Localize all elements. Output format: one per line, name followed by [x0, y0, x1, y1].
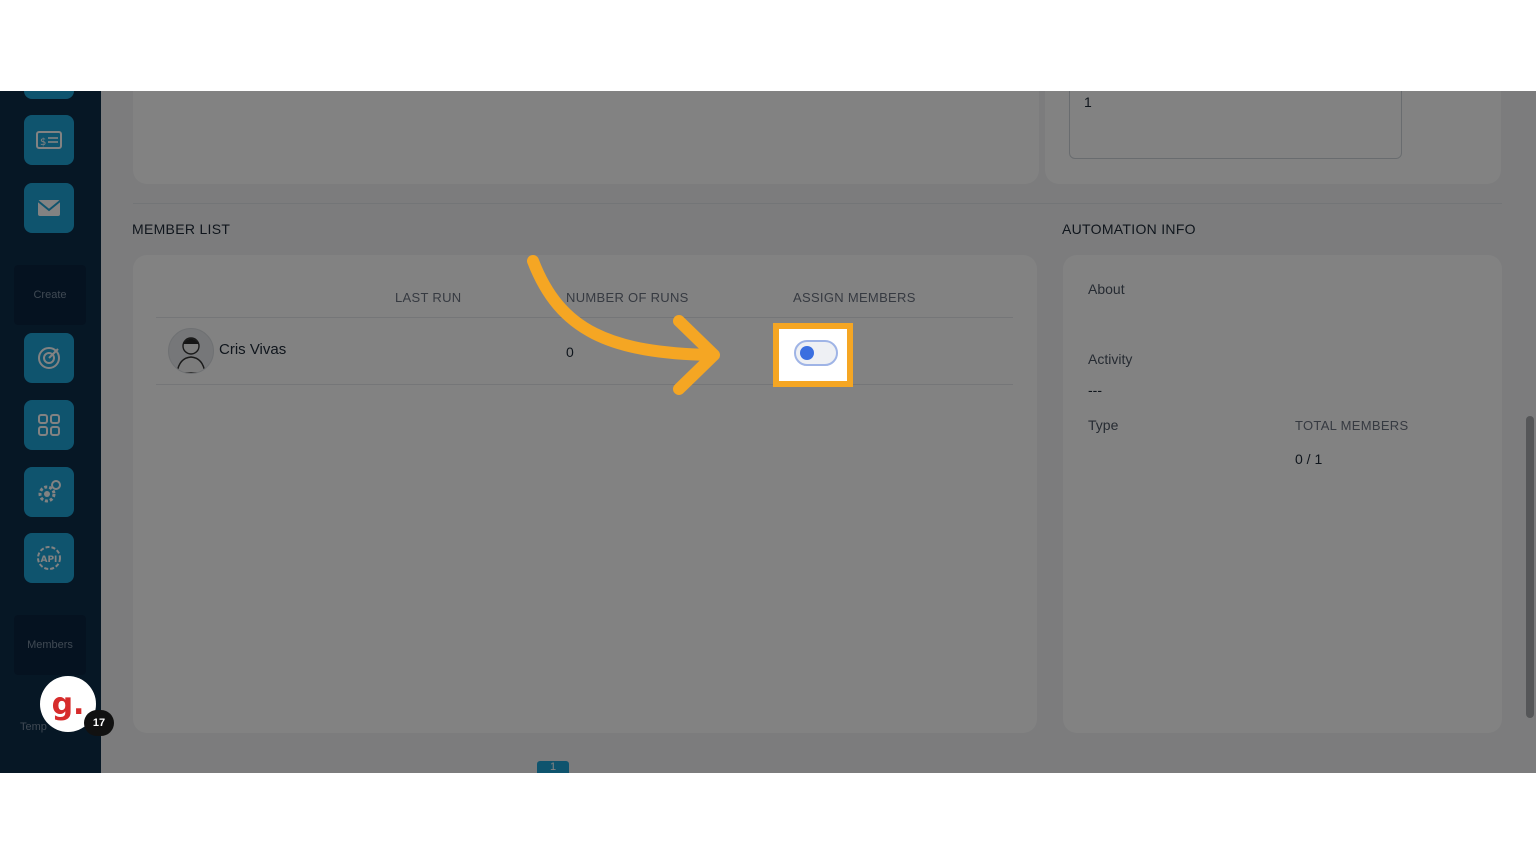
- settings-icon: [38, 480, 61, 503]
- member-list-card: [133, 255, 1037, 733]
- activity-label: Activity: [1088, 351, 1133, 367]
- member-list-title: MEMBER LIST: [132, 221, 231, 237]
- pagination-page-button[interactable]: 1: [537, 761, 569, 773]
- type-label: Type: [1088, 417, 1119, 433]
- sidebar-members-label: Members: [27, 639, 73, 651]
- toggle-knob: [800, 346, 814, 360]
- column-assign-members: ASSIGN MEMBERS: [793, 290, 916, 305]
- target-icon: [38, 347, 60, 369]
- notes-textarea-value: 1: [1084, 94, 1092, 110]
- user-avatar-icon: [176, 337, 206, 373]
- svg-text:$: $: [40, 137, 46, 148]
- column-last-run: LAST RUN: [395, 290, 462, 305]
- sidebar-create-label: Create: [33, 289, 67, 301]
- total-members-value: 0 / 1: [1295, 451, 1323, 467]
- sidebar-target-button[interactable]: [24, 333, 74, 383]
- automation-info-card: [1063, 255, 1502, 733]
- api-icon: API: [37, 546, 61, 570]
- sidebar-templates-label: Temp: [20, 721, 47, 733]
- api-icon-text: API: [41, 555, 58, 565]
- app-logo-text: g.: [51, 686, 85, 722]
- billing-icon: $: [36, 131, 62, 149]
- header-divider: [156, 317, 1013, 318]
- member-runs-count: 0: [566, 344, 574, 360]
- sidebar-create-section: Create: [14, 265, 86, 325]
- toggle-highlight-frame: [773, 323, 853, 387]
- column-number-of-runs: NUMBER OF RUNS: [566, 290, 689, 305]
- sidebar-mail-button[interactable]: [24, 183, 74, 233]
- pagination-current: 1: [549, 761, 557, 773]
- notes-textarea[interactable]: 1: [1069, 91, 1402, 159]
- total-members-label: TOTAL MEMBERS: [1295, 418, 1409, 433]
- activity-value: ---: [1088, 382, 1102, 398]
- sidebar: $ Create API Members Temp: [0, 91, 101, 773]
- sidebar-settings-button[interactable]: [24, 467, 74, 517]
- sidebar-api-button[interactable]: API: [24, 533, 74, 583]
- sidebar-top-button[interactable]: [24, 91, 74, 99]
- notification-badge: 17: [84, 710, 114, 736]
- scrollbar[interactable]: [1526, 416, 1534, 718]
- avatar: [168, 328, 214, 374]
- section-divider: [133, 203, 1502, 204]
- about-label: About: [1088, 281, 1125, 297]
- mail-icon: [37, 200, 61, 216]
- sidebar-members-section: Members: [14, 615, 86, 675]
- assign-member-toggle[interactable]: [794, 340, 838, 366]
- member-name: Cris Vivas: [219, 341, 287, 358]
- grid-icon: [38, 414, 60, 436]
- sidebar-billing-button[interactable]: $: [24, 115, 74, 165]
- sidebar-grid-button[interactable]: [24, 400, 74, 450]
- automation-info-title: AUTOMATION INFO: [1062, 221, 1196, 237]
- row-divider: [156, 384, 1013, 385]
- top-left-card: [133, 91, 1039, 184]
- app-frame: $ Create API Members Temp 1 MEMBER LIST …: [0, 91, 1536, 773]
- notification-count: 17: [92, 717, 106, 729]
